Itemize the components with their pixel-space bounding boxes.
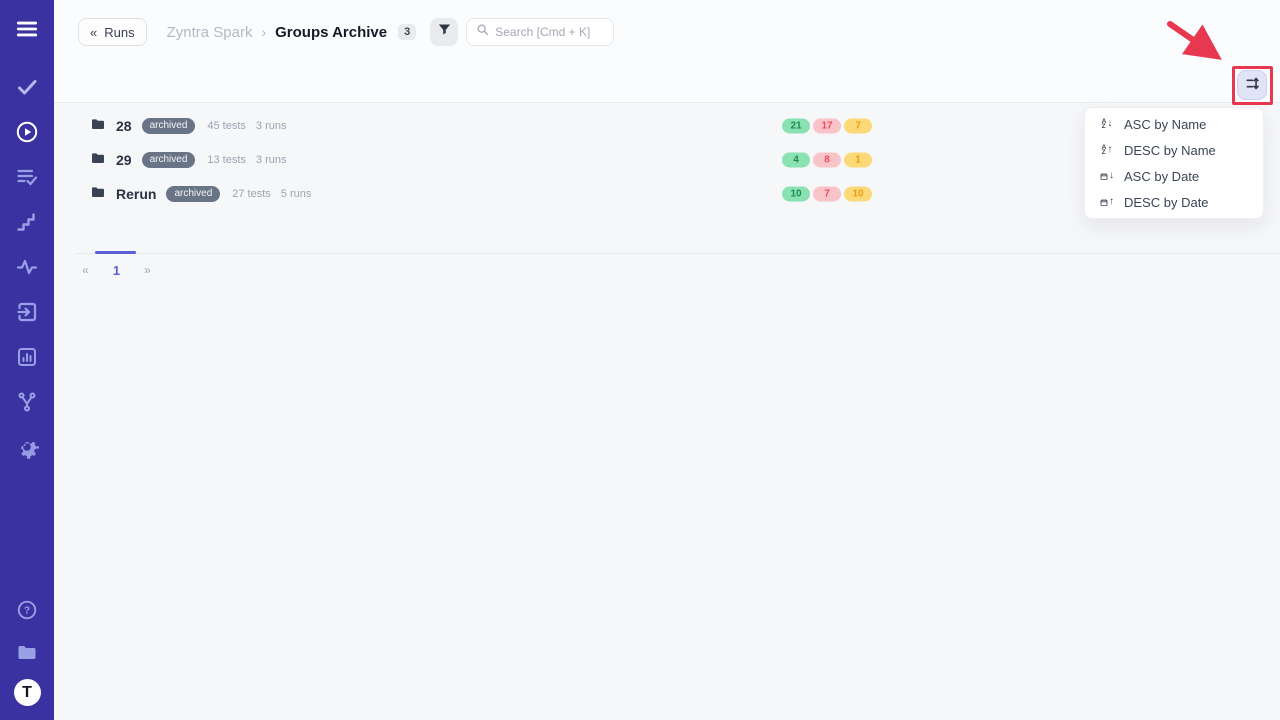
prev-page-button[interactable]: «: [70, 261, 101, 279]
group-name: Rerun: [116, 186, 156, 202]
sort-option-label: DESC by Name: [1124, 143, 1216, 158]
breadcrumb-parent[interactable]: Zyntra Spark: [167, 24, 253, 41]
next-page-button[interactable]: »: [132, 261, 163, 279]
folders-icon[interactable]: [12, 637, 42, 667]
back-runs-button[interactable]: « Runs: [78, 18, 147, 46]
check-icon[interactable]: [12, 72, 42, 102]
search-input[interactable]: [495, 25, 604, 39]
menu-icon[interactable]: [12, 14, 42, 44]
folder-icon: [90, 150, 106, 171]
failed-pill: 8: [813, 153, 841, 168]
runs-count: 5 runs: [281, 188, 312, 200]
back-runs-label: Runs: [104, 25, 134, 40]
skipped-pill: 7: [844, 119, 872, 134]
toolbar: « Runs Zyntra Spark › Groups Archive 3: [78, 18, 614, 46]
page-number[interactable]: 1: [101, 261, 132, 279]
sort-option-asc-date[interactable]: ↓ ASC by Date: [1085, 163, 1263, 189]
avatar[interactable]: T: [14, 679, 41, 706]
gear-icon[interactable]: [12, 432, 42, 462]
skipped-pill: 1: [844, 153, 872, 168]
failed-pill: 7: [813, 187, 841, 202]
sort-option-label: DESC by Date: [1124, 195, 1209, 210]
pagination-divider: [75, 253, 1280, 254]
result-pills: 4 8 1: [782, 153, 872, 168]
sort-alpha-desc-icon: AZ ↑: [1100, 145, 1114, 156]
pagination: « 1 »: [70, 261, 163, 279]
tests-count: 45 tests: [207, 120, 246, 132]
git-branch-icon[interactable]: [12, 387, 42, 417]
header: [54, 0, 1280, 103]
group-meta: 13 tests 3 runs: [207, 154, 286, 166]
passed-pill: 21: [782, 119, 810, 134]
sort-date-asc-icon: ↓: [1100, 171, 1114, 182]
runs-count: 3 runs: [256, 120, 287, 132]
play-circle-icon[interactable]: [12, 117, 42, 147]
main-area: « Runs Zyntra Spark › Groups Archive 3: [54, 0, 1280, 720]
sidebar-bottom: ? T: [12, 595, 42, 706]
group-count-badge: 3: [398, 24, 416, 40]
activity-icon[interactable]: [12, 252, 42, 282]
runs-count: 3 runs: [256, 154, 287, 166]
tests-count: 13 tests: [207, 154, 246, 166]
group-meta: 27 tests 5 runs: [232, 188, 311, 200]
search-box[interactable]: [466, 18, 614, 46]
bar-chart-icon[interactable]: [12, 342, 42, 372]
result-pills: 10 7 10: [782, 187, 872, 202]
sort-option-label: ASC by Date: [1124, 169, 1199, 184]
funnel-icon: [437, 22, 452, 42]
group-name: 28: [116, 118, 132, 134]
status-badge: archived: [142, 152, 196, 168]
breadcrumb-separator: ›: [261, 24, 266, 40]
result-pills: 21 17 7: [782, 119, 872, 134]
back-chevrons-icon: «: [90, 25, 97, 40]
passed-pill: 10: [782, 187, 810, 202]
svg-text:?: ?: [24, 606, 30, 617]
list-check-icon[interactable]: [12, 162, 42, 192]
skipped-pill: 10: [844, 187, 872, 202]
search-icon: [476, 23, 489, 41]
folder-icon: [90, 184, 106, 205]
page-title: Groups Archive: [275, 24, 387, 41]
filter-button[interactable]: [430, 18, 458, 46]
sort-button[interactable]: [1237, 70, 1267, 100]
sidebar-nav: [12, 72, 42, 462]
sort-option-label: ASC by Name: [1124, 117, 1206, 132]
group-name: 29: [116, 152, 132, 168]
group-meta: 45 tests 3 runs: [207, 120, 286, 132]
sidebar: ? T: [0, 0, 54, 720]
status-badge: archived: [166, 186, 220, 202]
help-icon[interactable]: ?: [12, 595, 42, 625]
sort-option-desc-name[interactable]: AZ ↑ DESC by Name: [1085, 137, 1263, 163]
stairs-icon[interactable]: [12, 207, 42, 237]
folder-icon: [90, 116, 106, 137]
sort-alpha-asc-icon: AZ ↓: [1100, 119, 1114, 130]
failed-pill: 17: [813, 119, 841, 134]
sign-in-icon[interactable]: [12, 297, 42, 327]
sort-option-asc-name[interactable]: AZ ↓ ASC by Name: [1085, 111, 1263, 137]
breadcrumb: Zyntra Spark › Groups Archive 3: [167, 24, 417, 41]
active-page-indicator: [95, 251, 136, 254]
sort-option-desc-date[interactable]: ↑ DESC by Date: [1085, 189, 1263, 215]
sort-icon: [1245, 76, 1260, 94]
status-badge: archived: [142, 118, 196, 134]
passed-pill: 4: [782, 153, 810, 168]
tests-count: 27 tests: [232, 188, 271, 200]
sort-dropdown: AZ ↓ ASC by Name AZ ↑ DESC by Name ↓ ASC…: [1084, 107, 1264, 219]
sort-date-desc-icon: ↑: [1100, 197, 1114, 208]
